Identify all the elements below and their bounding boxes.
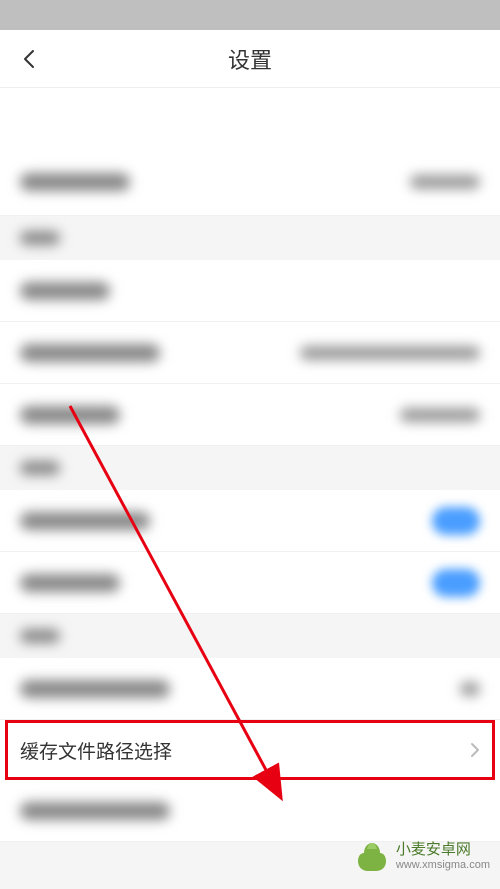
toggle-switch[interactable] [432,507,480,535]
status-bar [0,0,500,30]
watermark-url: www.xmsigma.com [396,859,490,872]
chevron-right-icon [470,742,480,758]
setting-row-blurred[interactable] [0,658,500,720]
header-bar: 设置 [0,30,500,88]
setting-row-blurred[interactable] [0,260,500,322]
setting-row-blurred[interactable] [0,384,500,446]
cache-path-row[interactable]: 缓存文件路径选择 [0,720,500,780]
blurred-value [410,175,480,189]
blurred-label [20,574,120,592]
blurred-value [400,408,480,422]
blurred-label [20,282,110,300]
cache-path-label: 缓存文件路径选择 [20,737,172,764]
blurred-label [20,802,170,820]
blurred-label [20,512,150,530]
blurred-value [300,346,480,360]
blurred-section-label [20,629,60,643]
blurred-value [460,682,480,696]
settings-content: 缓存文件路径选择 [0,88,500,842]
blurred-label [20,406,120,424]
toggle-switch[interactable] [432,569,480,597]
watermark-logo-icon [354,839,390,875]
blurred-label [20,173,130,191]
blurred-label [20,680,170,698]
section-header-blurred [0,614,500,658]
chevron-left-icon [18,47,42,71]
section-header-blurred [0,446,500,490]
setting-row-blurred[interactable] [0,780,500,842]
setting-row-blurred[interactable] [0,322,500,384]
blurred-label [20,344,160,362]
page-title: 设置 [0,43,500,75]
setting-row-blurred[interactable] [0,490,500,552]
setting-row-blurred[interactable] [0,148,500,216]
blurred-section-label [20,231,60,245]
watermark: 小麦安卓网 www.xmsigma.com [354,839,490,875]
blurred-section-label [20,461,60,475]
watermark-title: 小麦安卓网 [396,841,490,859]
section-header-blurred [0,216,500,260]
back-button[interactable] [18,47,42,71]
setting-row-blurred[interactable] [0,552,500,614]
